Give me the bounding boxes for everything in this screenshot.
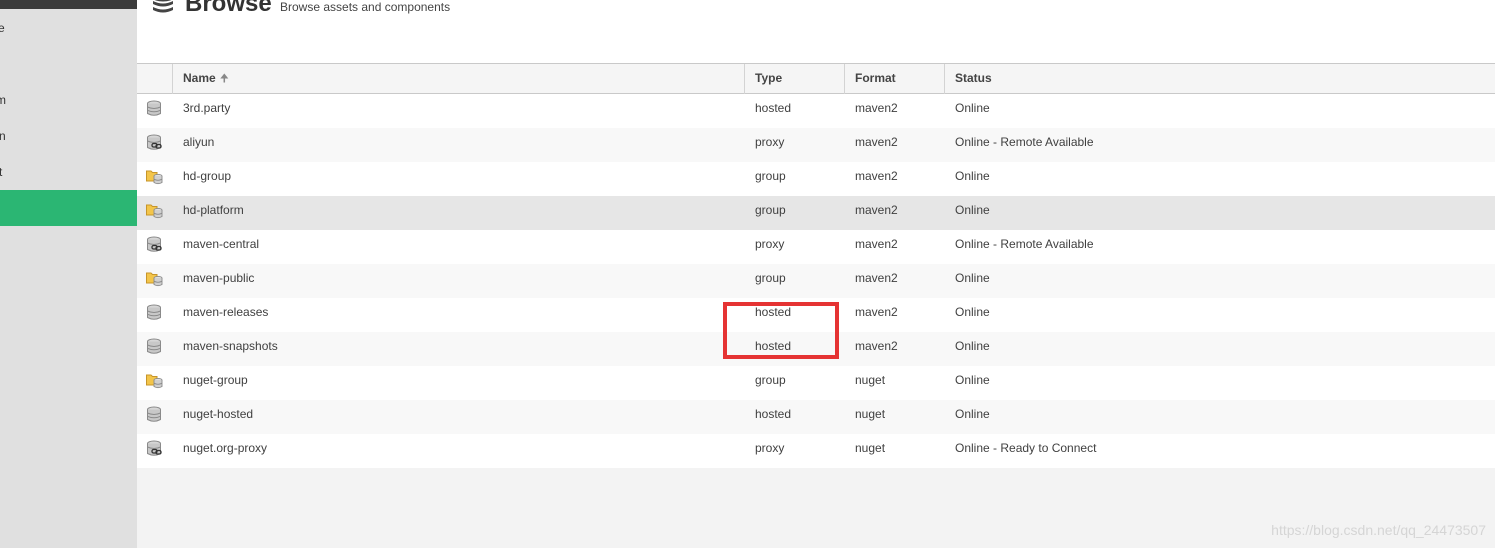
repository-name-cell: maven-public	[183, 271, 255, 285]
hosted-repo-icon	[137, 94, 173, 128]
repository-status-cell: Online	[955, 169, 990, 183]
hosted-repo-icon	[137, 332, 173, 366]
repository-name-cell: maven-snapshots	[183, 339, 278, 353]
watermark: https://blog.csdn.net/qq_24473507	[1271, 522, 1486, 538]
repository-format-cell: maven2	[855, 135, 898, 149]
repository-name-cell: hd-platform	[183, 203, 244, 217]
repository-name-cell: maven-releases	[183, 305, 269, 319]
table-row[interactable]: aliyun proxy maven2 Online - Remote Availab…	[137, 128, 1495, 162]
table-row[interactable]: nuget-group group nuget Online	[137, 366, 1495, 400]
sidebar-top-bar	[0, 0, 137, 9]
sidebar-item[interactable]: t	[0, 154, 137, 190]
repository-status-cell: Online	[955, 101, 990, 115]
repository-type-cell: proxy	[755, 441, 785, 455]
table-row[interactable]: maven-releases hosted maven2 Online	[137, 298, 1495, 332]
repository-name-cell: aliyun	[183, 135, 215, 149]
repository-table: Name 🠉 Type Format Status 3rd.party hosted…	[137, 63, 1495, 468]
column-header-status[interactable]: Status	[945, 64, 1495, 94]
table-row[interactable]: maven-public group maven2 Online	[137, 264, 1495, 298]
repository-type-cell: proxy	[755, 237, 785, 251]
repository-type-cell: proxy	[755, 135, 785, 149]
repository-format-cell: maven2	[855, 203, 898, 217]
sidebar-item-label: e	[0, 21, 5, 35]
repository-name-cell: nuget-group	[183, 373, 248, 387]
table-row[interactable]: hd-platform group maven2 Online	[137, 196, 1495, 230]
page-subtitle: Browse assets and components	[280, 0, 451, 14]
repository-format-cell: maven2	[855, 101, 898, 115]
column-header-format[interactable]: Format	[845, 64, 945, 94]
group-repo-icon	[137, 196, 173, 230]
sidebar-item-label: n	[0, 129, 6, 143]
repository-type-cell: group	[755, 203, 786, 217]
repository-name-cell: maven-central	[183, 237, 260, 251]
hosted-repo-icon	[137, 400, 173, 434]
repository-type-cell: group	[755, 169, 786, 183]
sidebar: e m n t	[0, 0, 137, 548]
table-row[interactable]: nuget-hosted hosted nuget Online	[137, 400, 1495, 434]
repository-type-cell: hosted	[755, 407, 792, 421]
repository-format-cell: maven2	[855, 305, 898, 319]
sidebar-item[interactable]: n	[0, 118, 137, 154]
repository-name-cell: 3rd.party	[183, 101, 231, 115]
page-header: Browse Browse assets and components	[137, 0, 1495, 63]
sidebar-item-label: m	[0, 93, 6, 107]
proxy-repo-icon	[137, 434, 173, 468]
group-repo-icon	[137, 162, 173, 196]
table-row[interactable]: nuget.org-proxy proxy nuget Online - Ready …	[137, 434, 1495, 468]
repository-format-cell: maven2	[855, 237, 898, 251]
repository-type-cell: hosted	[755, 101, 792, 115]
table-row[interactable]: hd-group group maven2 Online	[137, 162, 1495, 196]
repository-status-cell: Online	[955, 373, 990, 387]
column-header-name[interactable]: Name 🠉	[173, 64, 745, 94]
table-row[interactable]: maven-snapshots hosted maven2 Online	[137, 332, 1495, 366]
repository-format-cell: nuget	[855, 441, 886, 455]
repository-name-cell: nuget.org-proxy	[183, 441, 268, 455]
proxy-repo-icon	[137, 128, 173, 162]
proxy-repo-icon	[137, 230, 173, 264]
sidebar-item[interactable]: m	[0, 82, 137, 118]
sidebar-item[interactable]: e	[0, 10, 137, 46]
repository-format-cell: maven2	[855, 339, 898, 353]
repository-status-cell: Online - Remote Available	[955, 237, 1094, 251]
column-header-type[interactable]: Type	[745, 64, 845, 94]
table-row[interactable]: maven-central proxy maven2 Online - Remote …	[137, 230, 1495, 264]
sort-ascending-icon: 🠉	[219, 73, 229, 85]
table-body: 3rd.party hosted maven2 Online aliyun proxy m…	[137, 94, 1495, 468]
database-icon	[151, 0, 175, 19]
repository-status-cell: Online	[955, 203, 990, 217]
repository-name-cell: hd-group	[183, 169, 232, 183]
repository-type-cell: group	[755, 271, 786, 285]
repository-format-cell: nuget	[855, 373, 886, 387]
group-repo-icon	[137, 264, 173, 298]
table-header: Name 🠉 Type Format Status	[137, 63, 1495, 94]
sidebar-item-active[interactable]	[0, 190, 137, 226]
icon-column-header	[137, 64, 173, 94]
sidebar-item-label: t	[0, 165, 3, 179]
repository-format-cell: maven2	[855, 169, 898, 183]
repository-status-cell: Online - Remote Available	[955, 135, 1094, 149]
repository-status-cell: Online - Ready to Connect	[955, 441, 1097, 455]
table-row[interactable]: 3rd.party hosted maven2 Online	[137, 94, 1495, 128]
repository-type-cell: hosted	[755, 305, 792, 319]
column-header-name-label: Name	[183, 71, 216, 85]
group-repo-icon	[137, 366, 173, 400]
repository-status-cell: Online	[955, 305, 990, 319]
hosted-repo-icon	[137, 298, 173, 332]
repository-type-cell: hosted	[755, 339, 792, 353]
repository-status-cell: Online	[955, 339, 990, 353]
repository-status-cell: Online	[955, 271, 990, 285]
repository-name-cell: nuget-hosted	[183, 407, 254, 421]
repository-status-cell: Online	[955, 407, 990, 421]
page-title: Browse	[185, 0, 272, 17]
repository-format-cell: nuget	[855, 407, 886, 421]
repository-type-cell: group	[755, 373, 786, 387]
repository-format-cell: maven2	[855, 271, 898, 285]
